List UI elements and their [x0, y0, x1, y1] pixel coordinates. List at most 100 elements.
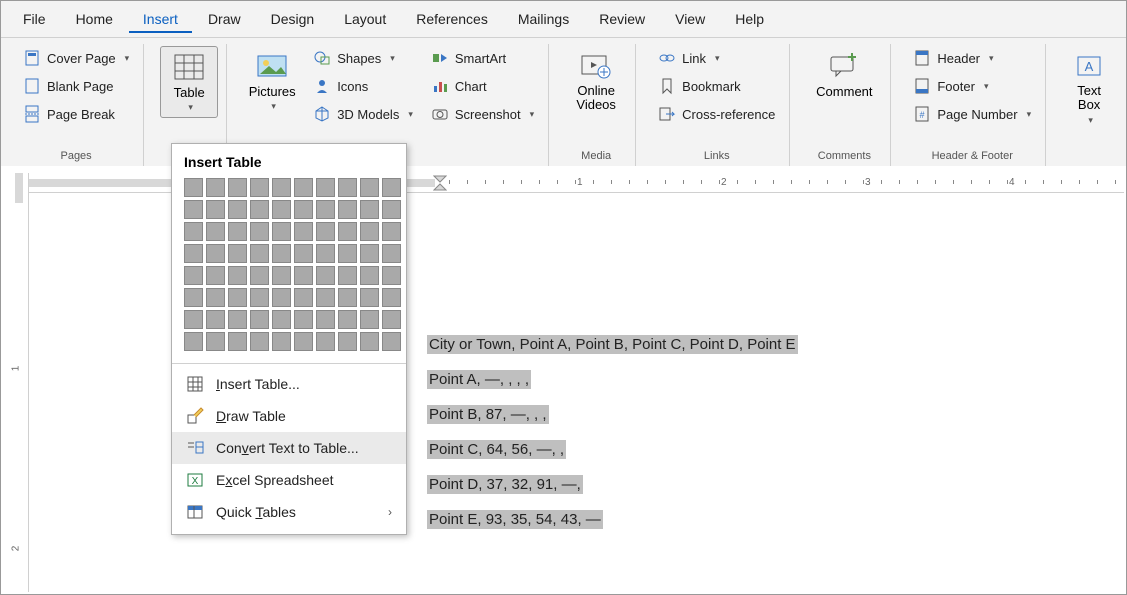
smartart-button[interactable]: SmartArt [425, 46, 540, 70]
table-button[interactable]: Table ▾ [160, 46, 218, 118]
grid-cell[interactable] [228, 222, 247, 241]
grid-cell[interactable] [360, 200, 379, 219]
grid-cell[interactable] [382, 244, 401, 263]
convert-text-to-table-item[interactable]: Convert Text to Table... [172, 432, 406, 464]
grid-cell[interactable] [382, 222, 401, 241]
selected-text-line-1[interactable]: City or Town, Point A, Point B, Point C,… [427, 335, 798, 354]
grid-cell[interactable] [228, 332, 247, 351]
grid-cell[interactable] [228, 200, 247, 219]
draw-table-item[interactable]: Draw Table [172, 400, 406, 432]
grid-cell[interactable] [272, 222, 291, 241]
indent-marker-icon[interactable] [433, 175, 447, 191]
grid-cell[interactable] [360, 222, 379, 241]
grid-cell[interactable] [338, 222, 357, 241]
selected-text-line-5[interactable]: Point D, 37, 32, 91, —, [427, 475, 583, 494]
grid-cell[interactable] [382, 288, 401, 307]
grid-cell[interactable] [206, 222, 225, 241]
footer-button[interactable]: Footer▾ [907, 74, 1037, 98]
excel-spreadsheet-item[interactable]: X Excel Spreadsheet [172, 464, 406, 496]
menu-insert[interactable]: Insert [129, 5, 192, 33]
selected-text-line-4[interactable]: Point C, 64, 56, —, , [427, 440, 566, 459]
grid-cell[interactable] [294, 222, 313, 241]
grid-cell[interactable] [294, 244, 313, 263]
selected-text-line-3[interactable]: Point B, 87, —, , , [427, 405, 549, 424]
screenshot-button[interactable]: Screenshot▾ [425, 102, 540, 126]
grid-cell[interactable] [338, 310, 357, 329]
grid-cell[interactable] [184, 310, 203, 329]
grid-cell[interactable] [272, 244, 291, 263]
grid-cell[interactable] [206, 266, 225, 285]
grid-cell[interactable] [338, 266, 357, 285]
grid-cell[interactable] [184, 332, 203, 351]
grid-cell[interactable] [338, 178, 357, 197]
grid-cell[interactable] [316, 332, 335, 351]
grid-cell[interactable] [184, 178, 203, 197]
link-button[interactable]: Link▾ [652, 46, 781, 70]
grid-cell[interactable] [294, 266, 313, 285]
menu-mailings[interactable]: Mailings [504, 5, 583, 33]
grid-cell[interactable] [338, 244, 357, 263]
chart-button[interactable]: Chart [425, 74, 540, 98]
grid-cell[interactable] [228, 244, 247, 263]
grid-cell[interactable] [360, 288, 379, 307]
page-number-button[interactable]: # Page Number▾ [907, 102, 1037, 126]
grid-cell[interactable] [272, 288, 291, 307]
grid-cell[interactable] [294, 332, 313, 351]
menu-help[interactable]: Help [721, 5, 778, 33]
grid-cell[interactable] [228, 178, 247, 197]
grid-cell[interactable] [272, 178, 291, 197]
pictures-button[interactable]: Pictures ▾ [243, 46, 301, 116]
grid-cell[interactable] [184, 266, 203, 285]
grid-cell[interactable] [250, 310, 269, 329]
grid-cell[interactable] [382, 200, 401, 219]
grid-cell[interactable] [294, 178, 313, 197]
menu-design[interactable]: Design [257, 5, 329, 33]
grid-cell[interactable] [360, 266, 379, 285]
insert-table-item[interactable]: Insert Table... [172, 368, 406, 400]
text-box-button[interactable]: A Text Box▾ [1062, 46, 1116, 130]
grid-cell[interactable] [206, 244, 225, 263]
grid-cell[interactable] [294, 310, 313, 329]
grid-cell[interactable] [272, 200, 291, 219]
grid-cell[interactable] [184, 222, 203, 241]
grid-cell[interactable] [360, 310, 379, 329]
menu-draw[interactable]: Draw [194, 5, 255, 33]
grid-cell[interactable] [360, 244, 379, 263]
grid-cell[interactable] [250, 200, 269, 219]
grid-cell[interactable] [316, 310, 335, 329]
icons-button[interactable]: Icons [307, 74, 419, 98]
grid-cell[interactable] [316, 178, 335, 197]
grid-cell[interactable] [316, 266, 335, 285]
grid-cell[interactable] [250, 178, 269, 197]
grid-cell[interactable] [294, 288, 313, 307]
blank-page-button[interactable]: Blank Page [17, 74, 135, 98]
grid-cell[interactable] [294, 200, 313, 219]
menu-view[interactable]: View [661, 5, 719, 33]
selected-text-line-2[interactable]: Point A, —, , , , [427, 370, 531, 389]
grid-cell[interactable] [184, 288, 203, 307]
grid-cell[interactable] [250, 332, 269, 351]
grid-cell[interactable] [206, 178, 225, 197]
grid-cell[interactable] [382, 310, 401, 329]
grid-cell[interactable] [316, 244, 335, 263]
menu-layout[interactable]: Layout [330, 5, 400, 33]
grid-cell[interactable] [316, 222, 335, 241]
table-grid-picker[interactable] [172, 178, 406, 359]
grid-cell[interactable] [250, 288, 269, 307]
3d-models-button[interactable]: 3D Models▾ [307, 102, 419, 126]
grid-cell[interactable] [272, 310, 291, 329]
grid-cell[interactable] [360, 332, 379, 351]
grid-cell[interactable] [316, 288, 335, 307]
grid-cell[interactable] [184, 200, 203, 219]
grid-cell[interactable] [184, 244, 203, 263]
menu-home[interactable]: Home [62, 5, 127, 33]
grid-cell[interactable] [250, 266, 269, 285]
grid-cell[interactable] [228, 266, 247, 285]
grid-cell[interactable] [250, 244, 269, 263]
grid-cell[interactable] [316, 200, 335, 219]
grid-cell[interactable] [338, 200, 357, 219]
cross-reference-button[interactable]: Cross-reference [652, 102, 781, 126]
grid-cell[interactable] [338, 332, 357, 351]
menu-references[interactable]: References [402, 5, 502, 33]
page-break-button[interactable]: Page Break [17, 102, 135, 126]
